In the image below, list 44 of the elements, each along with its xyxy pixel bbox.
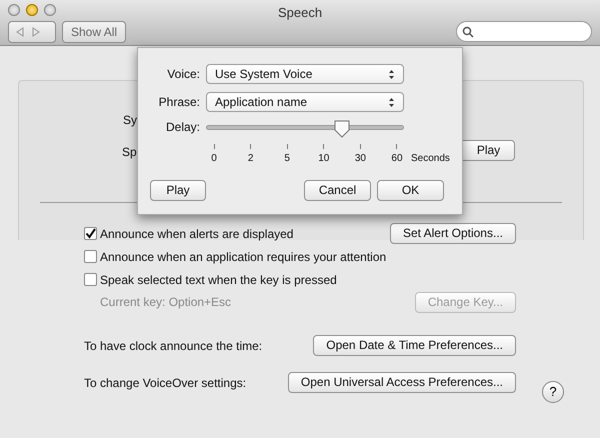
tick-label: 0 [211,152,217,166]
help-button[interactable]: ? [542,381,564,403]
tick-label: 60 [391,152,403,166]
tick-label: 10 [318,152,330,166]
tick-label: 2 [248,152,254,166]
show-all-button[interactable]: Show All [62,21,126,43]
phrase-label: Phrase: [158,94,200,111]
delay-label: Delay: [164,119,200,136]
open-preferences-button[interactable]: Open Universal Access Preferences... [288,372,516,393]
forward-arrow-icon[interactable] [31,27,41,37]
delay-slider-thumb[interactable] [334,120,350,138]
play-button[interactable]: Play [463,140,515,161]
zoom-window-icon[interactable] [44,4,56,16]
set-alert-options-button[interactable]: Set Alert Options... [390,223,516,244]
checkbox[interactable] [84,227,97,240]
voice-popup[interactable]: Use System Voice [206,64,404,84]
ok-button[interactable]: OK [377,180,444,201]
option-label: Speak selected text when the key is pressed [100,272,337,288]
search-field[interactable] [456,21,592,42]
cancel-button[interactable]: Cancel [304,180,371,201]
checkbox[interactable] [84,250,97,263]
voice-label: Voice: [166,66,200,83]
tick-label: 30 [354,152,366,166]
option-label: Announce when an application requires your attention [100,248,386,266]
close-window-icon[interactable] [8,4,20,16]
back-forward-buttons[interactable] [8,21,56,43]
unit-label: Seconds [410,152,450,166]
option-label: Announce when alerts are displayed [100,226,294,242]
tick-label: 5 [284,152,290,166]
setting-label: To change VoiceOver settings: [84,374,246,392]
open-preferences-button[interactable]: Open Date & Time Preferences... [313,335,516,356]
minimize-window-icon[interactable] [26,4,38,16]
up-down-arrows-icon [388,68,395,80]
speaking-rate-label: Sp [122,144,137,161]
setting-label: To have clock announce the time: [84,338,262,354]
window-title: Speech [276,4,324,22]
current-key-text: Current key: Option+Esc [100,294,232,311]
system-voice-label: Sy [123,112,138,129]
up-down-arrows-icon [388,96,395,108]
play-button[interactable]: Play [150,180,206,201]
phrase-popup[interactable]: Application name [206,92,404,112]
back-arrow-icon[interactable] [15,27,25,37]
checkbox[interactable] [84,273,97,286]
search-icon [462,26,474,38]
